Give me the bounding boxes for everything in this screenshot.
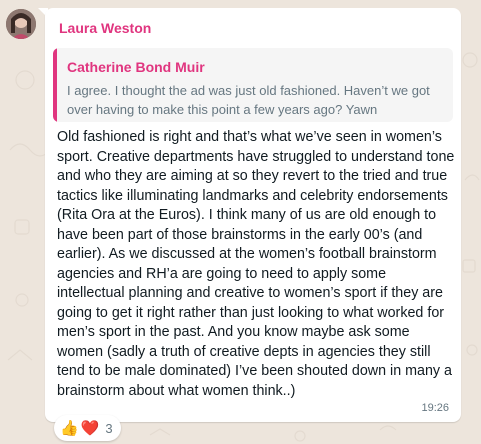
reactions-pill[interactable]: 👍 ❤️ 3 <box>54 415 121 441</box>
quoted-message[interactable]: Catherine Bond Muir I agree. I thought t… <box>53 48 453 122</box>
heart-icon: ❤️ <box>80 419 100 437</box>
avatar[interactable] <box>6 9 36 39</box>
quote-accent-bar <box>53 48 57 122</box>
reaction-count: 3 <box>105 420 113 436</box>
message-text: Old fashioned is right and that’s what w… <box>57 129 455 399</box>
quoted-text: I agree. I thought the ad was just old f… <box>67 83 430 117</box>
avatar-photo <box>6 9 36 39</box>
sender-name[interactable]: Laura Weston <box>59 20 151 36</box>
quoted-author: Catherine Bond Muir <box>67 59 205 75</box>
message-bubble[interactable]: Laura Weston Catherine Bond Muir I agree… <box>45 8 461 422</box>
thumbs-up-icon: 👍 <box>60 419 79 437</box>
message-timestamp: 19:26 <box>421 402 449 414</box>
